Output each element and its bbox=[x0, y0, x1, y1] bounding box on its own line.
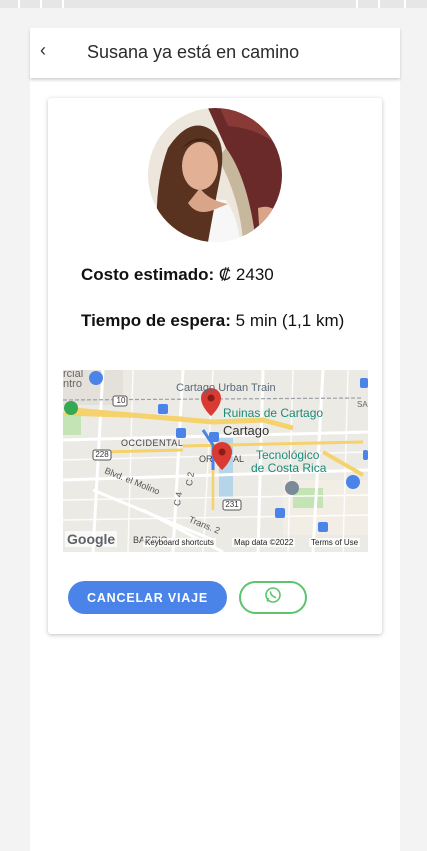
terms-of-use-link[interactable]: Terms of Use bbox=[309, 538, 361, 547]
route-map[interactable]: rcial ntro Cartago Urban Train Ruinas de… bbox=[63, 370, 368, 552]
driver-avatar bbox=[148, 108, 282, 242]
keyboard-shortcuts-link[interactable]: Keyboard shortcuts bbox=[143, 538, 216, 547]
trip-card: Costo estimado: ₡ 2430 Tiempo de espera:… bbox=[48, 98, 382, 634]
map-label: Cartago Urban Train bbox=[176, 382, 276, 394]
route-badge: 231 bbox=[225, 500, 239, 509]
map-data-attribution: Map data ©2022 bbox=[232, 538, 296, 547]
map-label: OR bbox=[199, 454, 213, 464]
app-screen: ‹ Susana ya está en camino Costo estimad… bbox=[30, 28, 400, 851]
map-label: de Costa Rica bbox=[251, 461, 327, 475]
route-badge: 10 bbox=[116, 396, 126, 405]
map-label: SA bbox=[357, 400, 368, 409]
cancel-trip-button[interactable]: CANCELAR VIAJE bbox=[68, 581, 227, 614]
wait-label: Tiempo de espera: bbox=[81, 311, 231, 330]
whatsapp-button[interactable] bbox=[239, 581, 307, 614]
status-bar bbox=[0, 0, 427, 8]
whatsapp-icon bbox=[264, 586, 282, 609]
map-label: Cartago bbox=[223, 423, 270, 438]
map-label: AL bbox=[233, 454, 245, 464]
map-label: OCCIDENTAL bbox=[121, 438, 184, 448]
chevron-left-icon[interactable]: ‹ bbox=[40, 40, 46, 60]
map-label: ntro bbox=[63, 378, 82, 390]
cost-label: Costo estimado: bbox=[81, 265, 215, 284]
wait-value: 5 min (1,1 km) bbox=[235, 311, 345, 330]
wait-time: Tiempo de espera: 5 min (1,1 km) bbox=[81, 311, 344, 331]
route-badge: 228 bbox=[95, 450, 109, 459]
google-logo: Google bbox=[65, 531, 118, 547]
page-title: Susana ya está en camino bbox=[87, 42, 300, 62]
app-header: ‹ Susana ya está en camino bbox=[30, 28, 400, 78]
cost-value: ₡ 2430 bbox=[218, 265, 274, 284]
estimated-cost: Costo estimado: ₡ 2430 bbox=[81, 265, 274, 285]
map-label: Tecnológico bbox=[256, 448, 320, 462]
map-label: Ruinas de Cartago bbox=[223, 406, 324, 420]
